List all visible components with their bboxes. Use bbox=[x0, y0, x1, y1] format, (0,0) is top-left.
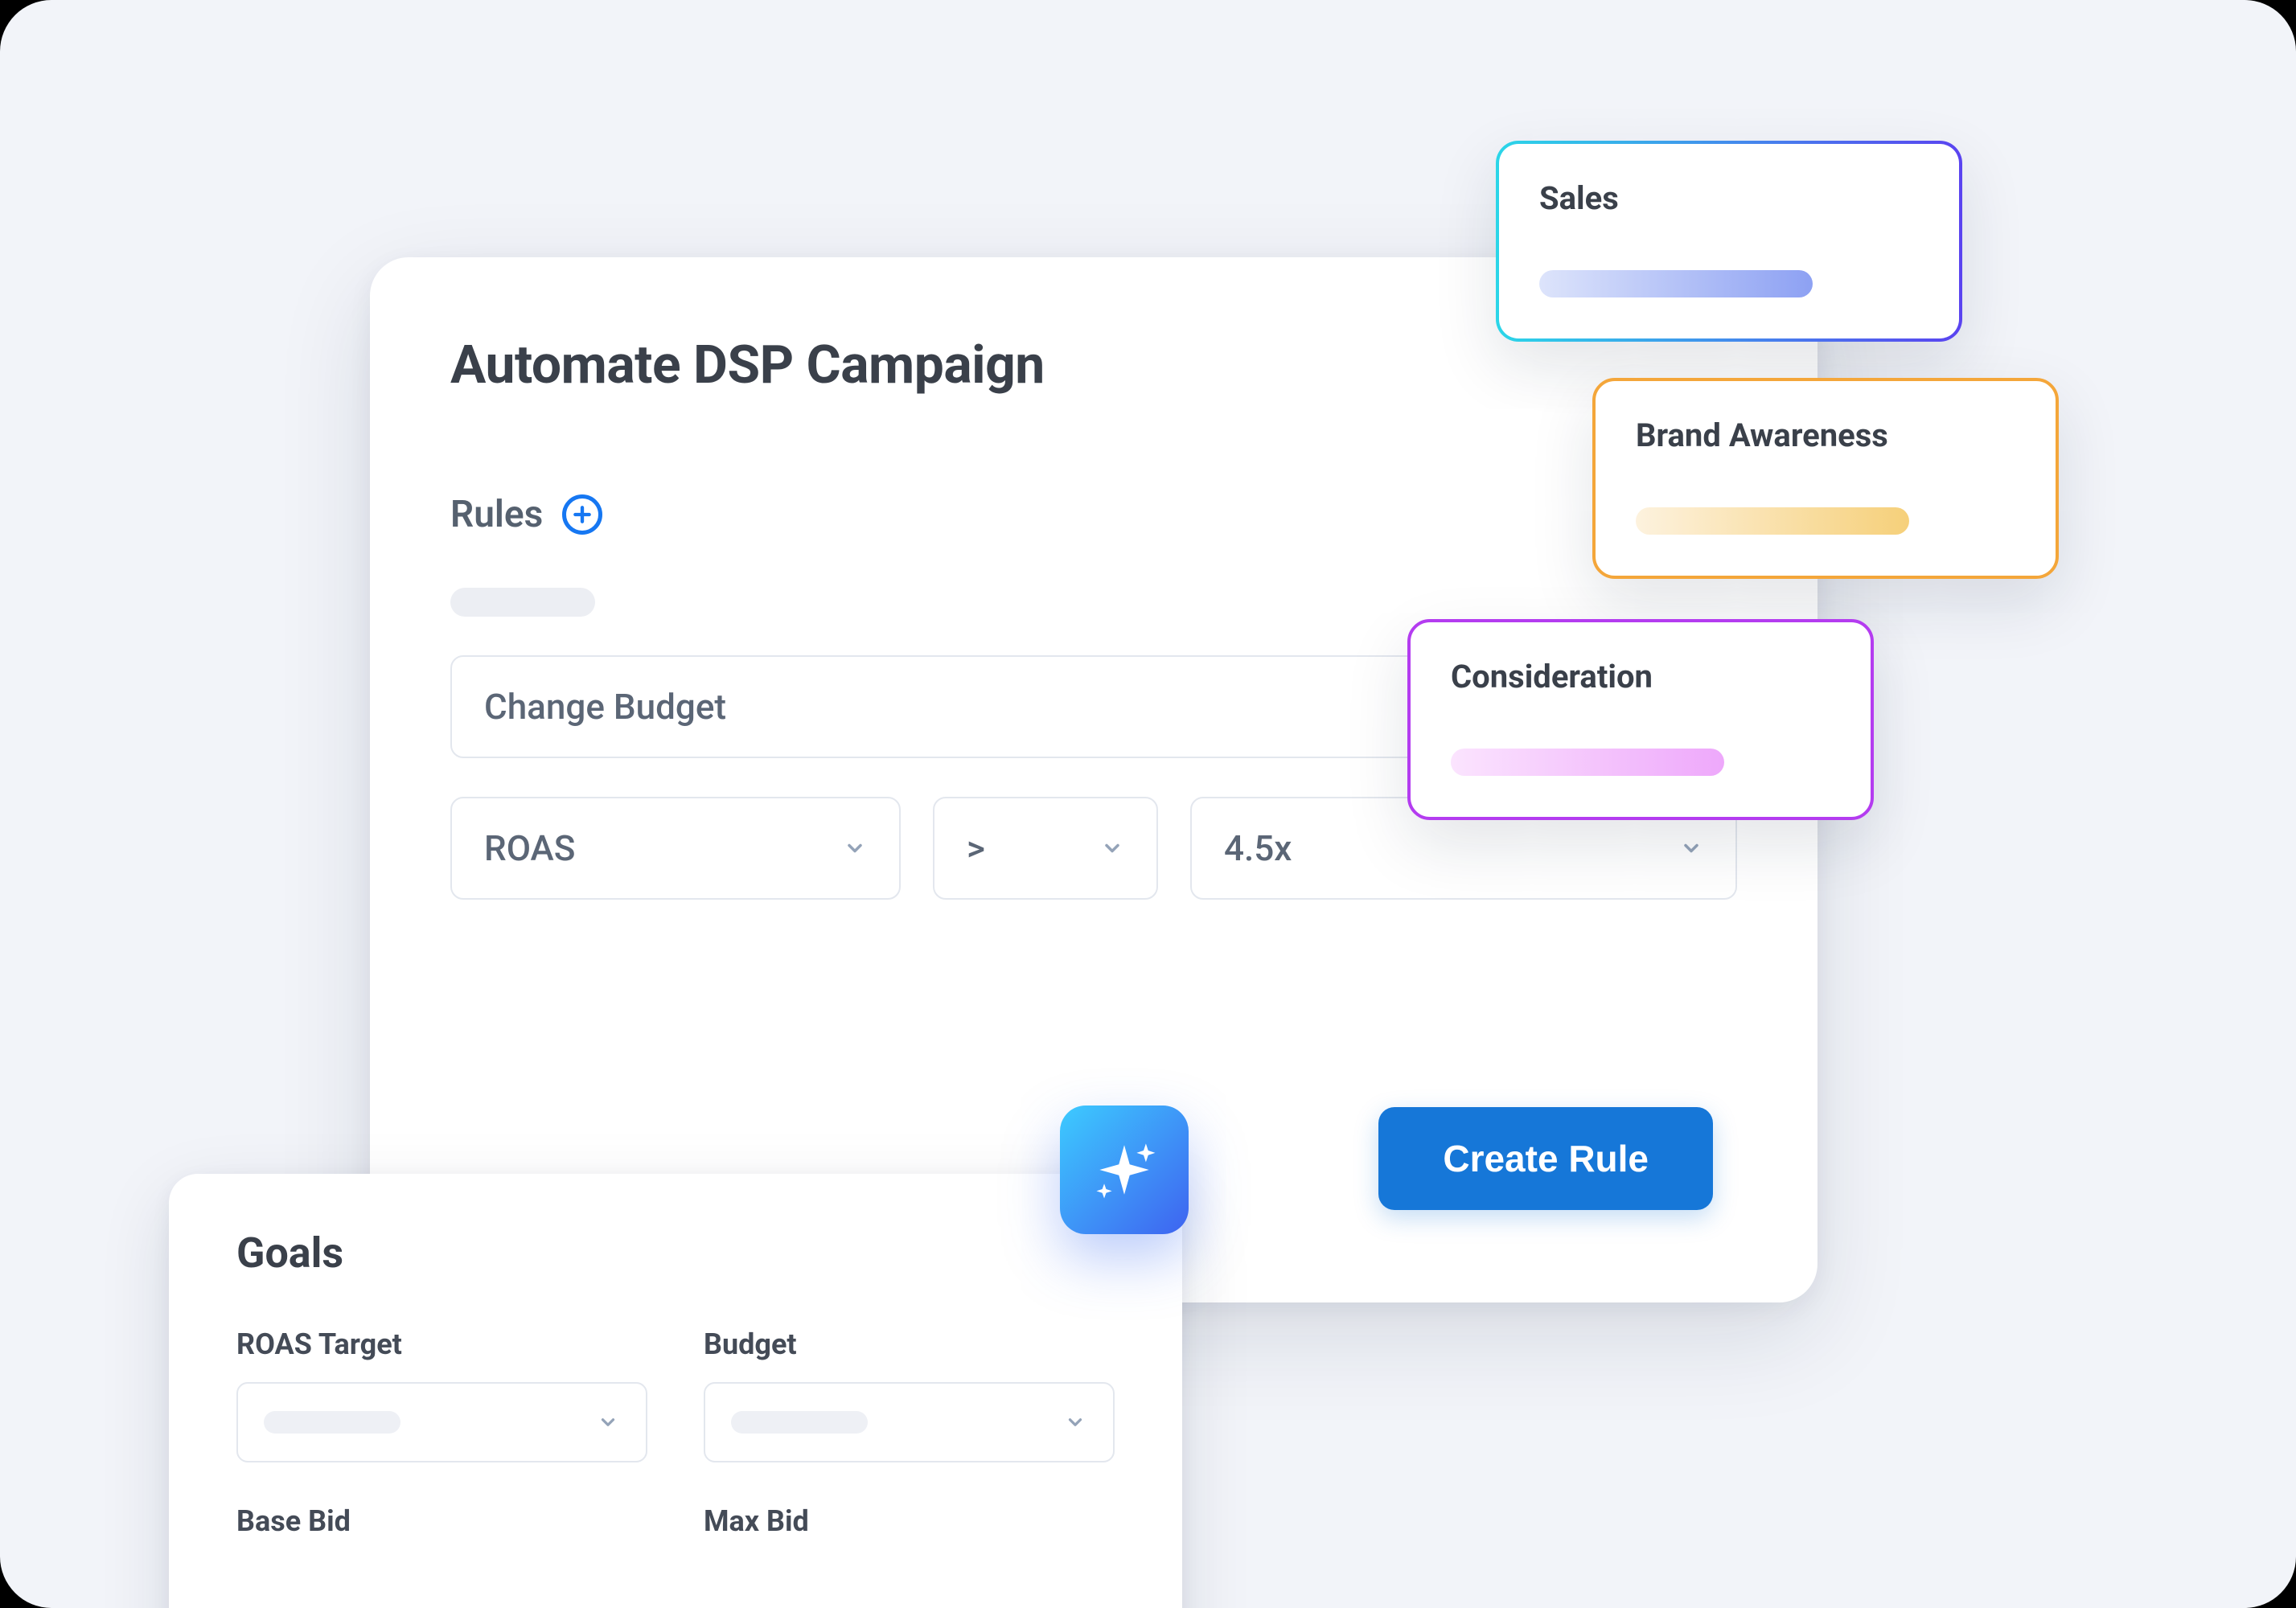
metric-progress-bar bbox=[1539, 270, 1813, 297]
app-backdrop: Automate DSP Campaign Rules Change Budge… bbox=[0, 0, 2296, 1608]
metric-progress-bar bbox=[1451, 749, 1724, 776]
rule-action-value: Change Budget bbox=[484, 686, 726, 728]
goal-max-bid: Max Bid bbox=[704, 1504, 1115, 1559]
condition-value-text: 4.5x bbox=[1224, 827, 1292, 869]
goals-card: Goals ROAS Target Budget bbox=[169, 1174, 1182, 1608]
skeleton-pill bbox=[731, 1411, 868, 1434]
metric-card-consideration[interactable]: Consideration bbox=[1407, 619, 1874, 820]
condition-operator-select[interactable]: > bbox=[933, 797, 1158, 900]
condition-metric-select[interactable]: ROAS bbox=[450, 797, 901, 900]
plus-icon bbox=[572, 504, 593, 525]
chevron-down-icon bbox=[1679, 836, 1703, 860]
metric-card-sales[interactable]: Sales bbox=[1496, 141, 1962, 342]
goal-label: Budget bbox=[704, 1327, 1115, 1361]
goal-label: Max Bid bbox=[704, 1504, 1115, 1538]
chevron-down-icon bbox=[596, 1410, 620, 1434]
metric-card-title: Brand Awareness bbox=[1636, 416, 2015, 454]
goal-budget-select[interactable] bbox=[704, 1382, 1115, 1462]
goal-base-bid: Base Bid bbox=[236, 1504, 647, 1559]
chevron-down-icon bbox=[1063, 1410, 1087, 1434]
skeleton-pill bbox=[450, 588, 595, 617]
condition-metric-value: ROAS bbox=[484, 827, 575, 869]
goal-label: ROAS Target bbox=[236, 1327, 647, 1361]
goal-label: Base Bid bbox=[236, 1504, 647, 1538]
metric-card-title: Sales bbox=[1539, 179, 1919, 217]
goal-roas-target: ROAS Target bbox=[236, 1327, 647, 1462]
chevron-down-icon bbox=[1100, 836, 1124, 860]
add-rule-button[interactable] bbox=[562, 494, 602, 535]
create-rule-label: Create Rule bbox=[1443, 1137, 1649, 1180]
sparkle-icon bbox=[1086, 1131, 1163, 1208]
create-rule-button[interactable]: Create Rule bbox=[1378, 1107, 1713, 1210]
rules-header: Rules bbox=[450, 493, 1737, 536]
card-title: Automate DSP Campaign bbox=[450, 334, 1737, 396]
metric-card-brand-awareness[interactable]: Brand Awareness bbox=[1592, 378, 2059, 579]
ai-sparkle-badge[interactable] bbox=[1060, 1106, 1189, 1234]
rules-label: Rules bbox=[450, 493, 543, 536]
goal-roas-target-select[interactable] bbox=[236, 1382, 647, 1462]
condition-operator-value: > bbox=[967, 827, 985, 869]
skeleton-pill bbox=[264, 1411, 400, 1434]
goal-budget: Budget bbox=[704, 1327, 1115, 1462]
chevron-down-icon bbox=[843, 836, 867, 860]
metric-progress-bar bbox=[1636, 507, 1909, 535]
goals-title: Goals bbox=[236, 1229, 1115, 1278]
metric-card-title: Consideration bbox=[1451, 658, 1830, 695]
